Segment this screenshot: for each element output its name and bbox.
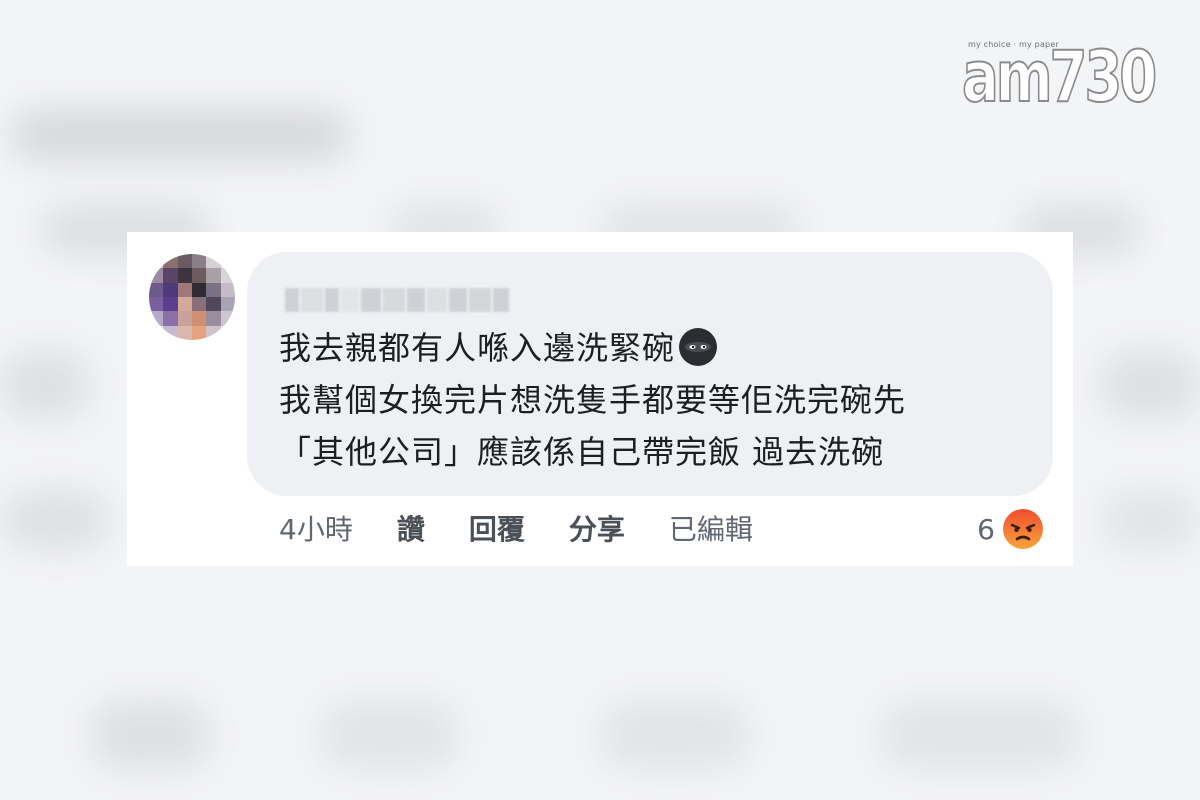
edited-label[interactable]: 已編輯 bbox=[669, 508, 753, 548]
logo-text: am730 bbox=[961, 36, 1158, 118]
avatar[interactable] bbox=[149, 254, 235, 340]
share-button[interactable]: 分享 bbox=[569, 508, 625, 548]
comment-line-2: 我幫個女換完片想洗隻手都要等佢洗完碗先 bbox=[279, 381, 907, 419]
comment-actions: 4小時 讚 回覆 分享 已編輯 bbox=[279, 508, 797, 548]
comment-line-3: 「其他公司」應該係自己帶完飯 過去洗碗 bbox=[279, 433, 885, 471]
comment-card: 我去親都有人喺入邊洗緊碗 我幫個女換完片想洗隻手都要等佢洗完碗先 「其他公司」應… bbox=[127, 232, 1073, 566]
ninja-emoji-icon bbox=[679, 328, 718, 366]
comment-line-1: 我去親都有人喺入邊洗緊碗 bbox=[279, 328, 719, 368]
like-button[interactable]: 讚 bbox=[397, 508, 425, 548]
reaction-summary[interactable]: 6 bbox=[977, 506, 1045, 552]
timestamp[interactable]: 4小時 bbox=[279, 508, 353, 548]
reply-button[interactable]: 回覆 bbox=[469, 508, 525, 548]
logo-tagline: my choice · my paper bbox=[968, 40, 1059, 49]
am730-logo: am730 my choice · my paper bbox=[961, 36, 1158, 118]
angry-reaction-icon bbox=[1003, 509, 1043, 549]
comment-bubble: 我去親都有人喺入邊洗緊碗 我幫個女換完片想洗隻手都要等佢洗完碗先 「其他公司」應… bbox=[247, 252, 1053, 496]
author-name-pixelated[interactable] bbox=[285, 288, 511, 312]
reaction-count: 6 bbox=[977, 512, 995, 546]
